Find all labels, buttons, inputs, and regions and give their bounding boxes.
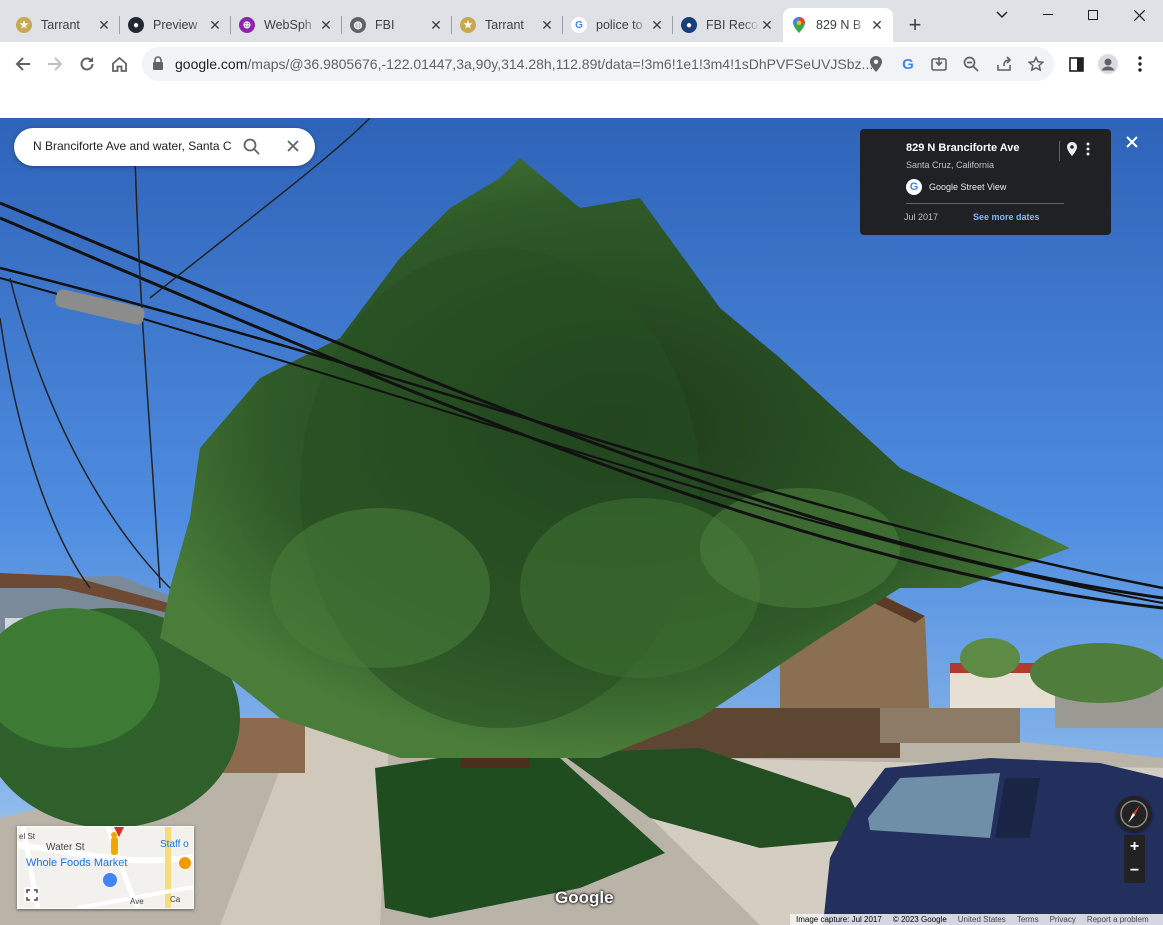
bookmark-star-icon[interactable]	[1024, 52, 1048, 76]
maps-search-box[interactable]: N Branciforte Ave and water, Santa Cruz	[14, 128, 315, 166]
zoom-controls: + −	[1124, 835, 1145, 883]
maximize-button[interactable]	[1070, 0, 1116, 30]
source-label: Google Street View	[929, 182, 1007, 192]
report-problem-link[interactable]: Report a problem	[1087, 915, 1149, 924]
globe-grid-icon: ⊕	[239, 17, 255, 33]
attribution-footer: Image capture: Jul 2017 © 2023 Google Un…	[790, 914, 1163, 925]
place-city: Santa Cruz, California	[906, 160, 995, 170]
tab-title: 829 N B	[816, 18, 862, 32]
map-street-label: Water St	[46, 842, 85, 853]
chrome-menu-icon[interactable]	[1126, 50, 1154, 78]
forward-button[interactable]	[41, 50, 69, 78]
close-icon[interactable]: ✕	[869, 17, 885, 34]
tab-title: Tarrant	[41, 18, 80, 32]
location-pin-icon[interactable]	[864, 52, 888, 76]
tab-tarrant-2[interactable]: ★ Tarrant ✕	[452, 8, 563, 42]
search-icon[interactable]	[243, 138, 260, 160]
more-options-icon[interactable]	[1086, 142, 1090, 161]
seal-icon: ★	[16, 17, 32, 33]
github-icon: ●	[128, 17, 144, 33]
seal-icon: ★	[460, 17, 476, 33]
home-button[interactable]	[105, 50, 133, 78]
street-view-image[interactable]	[0, 118, 1163, 925]
reload-button[interactable]	[73, 50, 101, 78]
close-icon[interactable]: ✕	[428, 17, 444, 34]
tab-title: FBI	[375, 18, 395, 32]
privacy-link[interactable]: Privacy	[1050, 915, 1076, 924]
place-address[interactable]: 829 N Branciforte Ave	[906, 142, 1020, 154]
back-button[interactable]	[9, 50, 37, 78]
street-view-info-card: 829 N Branciforte Ave Santa Cruz, Califo…	[860, 129, 1111, 235]
tab-title: Tarrant	[485, 18, 524, 32]
close-street-view-icon[interactable]	[1125, 135, 1139, 154]
map-place-label[interactable]: Whole Foods Market	[26, 857, 127, 869]
google-icon: G	[571, 17, 587, 33]
google-lens-icon[interactable]: G	[896, 52, 920, 76]
map-street-label: el St	[19, 832, 36, 841]
see-more-dates-link[interactable]: See more dates	[973, 212, 1040, 222]
url-text[interactable]: google.com/maps/@36.9805676,-122.01447,3…	[175, 56, 873, 72]
page-header-blank	[0, 86, 1163, 119]
zoom-icon[interactable]	[959, 52, 983, 76]
map-place-label[interactable]: Staff o	[160, 839, 189, 850]
minimize-button[interactable]	[1025, 0, 1071, 30]
zoom-out-button[interactable]: −	[1124, 859, 1145, 883]
new-tab-button[interactable]: +	[903, 13, 927, 37]
compass-icon[interactable]	[1116, 796, 1152, 832]
tab-title: Preview	[153, 18, 198, 32]
tab-fbi[interactable]: ◍ FBI ✕	[342, 8, 452, 42]
close-icon[interactable]: ✕	[539, 17, 555, 34]
tab-title: WebSph	[264, 18, 312, 32]
lock-icon[interactable]	[152, 56, 164, 76]
close-icon[interactable]: ✕	[759, 17, 775, 34]
street-view-panorama[interactable]: N Branciforte Ave and water, Santa Cruz …	[0, 118, 1163, 925]
close-icon[interactable]	[285, 138, 301, 159]
capture-date: Jul 2017	[904, 212, 939, 222]
map-street-label: Ca	[170, 895, 181, 904]
fbi-seal-icon: ●	[681, 17, 697, 33]
address-bar[interactable]: google.com/maps/@36.9805676,-122.01447,3…	[142, 47, 1054, 81]
maps-pin-icon	[791, 17, 807, 33]
search-input[interactable]: N Branciforte Ave and water, Santa Cruz	[33, 139, 231, 153]
globe-icon: ◍	[350, 17, 366, 33]
close-icon[interactable]: ✕	[649, 17, 665, 34]
window-close-button[interactable]	[1116, 0, 1162, 30]
profile-avatar-icon[interactable]	[1094, 50, 1122, 78]
terms-link[interactable]: Terms	[1017, 915, 1039, 924]
tab-search-chevron-icon[interactable]	[979, 0, 1025, 30]
tab-github-preview[interactable]: ● Preview ✕	[120, 8, 231, 42]
country-link[interactable]: United States	[958, 915, 1006, 924]
close-icon[interactable]: ✕	[318, 17, 334, 34]
close-icon[interactable]: ✕	[96, 17, 112, 34]
tab-websphere[interactable]: ⊕ WebSph ✕	[231, 8, 342, 42]
tab-title: police to	[596, 18, 643, 32]
capture-info: Image capture: Jul 2017	[796, 915, 882, 924]
google-logo: Google	[555, 888, 614, 907]
copyright: © 2023 Google	[892, 915, 947, 924]
side-panel-icon[interactable]	[1062, 50, 1090, 78]
tab-google-maps[interactable]: 829 N B ✕	[783, 8, 893, 42]
tab-fbi-records[interactable]: ● FBI Reco ✕	[673, 8, 783, 42]
expand-map-icon[interactable]	[26, 888, 38, 906]
minimap[interactable]: Water St Whole Foods Market Staff o Ave …	[17, 826, 194, 909]
zoom-in-button[interactable]: +	[1124, 835, 1145, 859]
browser-toolbar: google.com/maps/@36.9805676,-122.01447,3…	[0, 42, 1163, 86]
install-app-icon[interactable]	[927, 52, 951, 76]
tab-strip: ★ Tarrant ✕ ● Preview ✕ ⊕ WebSph ✕ ◍ FBI…	[0, 0, 1163, 42]
close-icon[interactable]: ✕	[207, 17, 223, 34]
tab-title: FBI Reco	[706, 18, 759, 32]
google-icon: G	[906, 179, 922, 195]
share-icon[interactable]	[992, 52, 1016, 76]
map-street-label: Ave	[130, 897, 144, 906]
location-pin-icon[interactable]	[1067, 142, 1077, 161]
tab-tarrant-1[interactable]: ★ Tarrant ✕	[8, 8, 120, 42]
tab-google-search[interactable]: G police to ✕	[563, 8, 673, 42]
